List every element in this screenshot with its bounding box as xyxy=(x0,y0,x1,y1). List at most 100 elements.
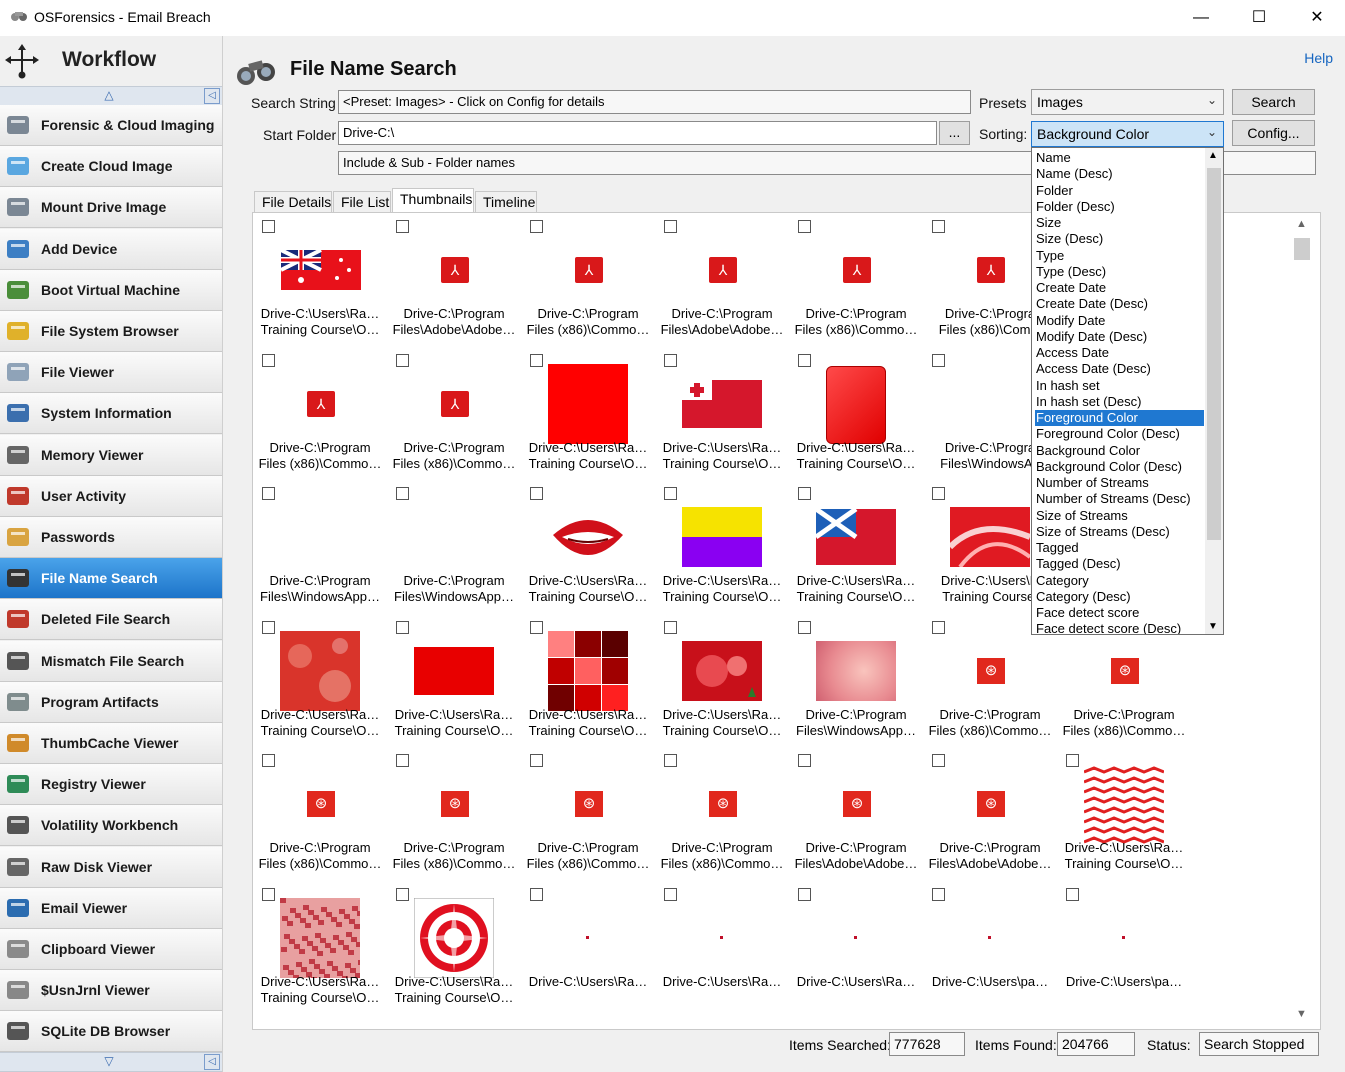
thumbnail-image-frame[interactable]: ⊛ xyxy=(925,631,1055,711)
browse-button[interactable]: ... xyxy=(939,121,970,145)
thumbnail-item[interactable]: ⊛ Drive-C:\Program Files (x86)\Commo… xyxy=(255,748,385,878)
sidebar-scroll-down[interactable]: ▽ ◁ xyxy=(0,1052,222,1072)
sidebar-item-boot-virtual-machine[interactable]: Boot Virtual Machine xyxy=(0,269,222,311)
thumbnail-item[interactable]: Drive-C:\Users\Ra… Training Course\O… xyxy=(523,348,653,478)
scroll-down-arrow-icon[interactable]: ▼ xyxy=(1208,621,1218,632)
thumbnail-image-frame[interactable]: ⊛ xyxy=(523,764,653,844)
thumbnail-image-frame[interactable]: ⊛ xyxy=(389,764,519,844)
thumbnail-image-frame[interactable] xyxy=(791,631,921,711)
thumbnail-image-frame[interactable] xyxy=(389,631,519,711)
sort-option[interactable]: Create Date (Desc) xyxy=(1035,296,1204,312)
sort-option[interactable]: Size of Streams xyxy=(1035,508,1204,524)
thumbnail-item[interactable]: ⅄ Drive-C:\Program Files (x86)\Commo… xyxy=(389,348,519,478)
sort-option[interactable]: Access Date (Desc) xyxy=(1035,361,1204,377)
scroll-up-icon[interactable]: △ xyxy=(95,88,123,102)
scroll-down-arrow-icon[interactable]: ▼ xyxy=(1296,1008,1307,1020)
thumbnail-scrollbar[interactable]: ▲ ▼ xyxy=(1292,214,1312,1024)
thumbnail-image-frame[interactable] xyxy=(925,898,1055,978)
thumbnail-image-frame[interactable] xyxy=(657,631,787,711)
thumbnail-item[interactable]: Drive-C:\Program Files\WindowsApp… xyxy=(389,481,519,611)
scroll-up-arrow-icon[interactable]: ▲ xyxy=(1208,150,1218,161)
maximize-button[interactable]: ☐ xyxy=(1230,0,1288,36)
thumbnail-item[interactable]: ⅄ Drive-C:\Program Files\Adobe\Adobe… xyxy=(389,214,519,344)
sort-option[interactable]: Tagged xyxy=(1035,540,1204,556)
sidebar-item-deleted-file-search[interactable]: Deleted File Search xyxy=(0,599,222,641)
sorting-dropdown-list[interactable]: ▲ ▼ Name Name (Desc) Folder Folder (Desc) Si… xyxy=(1031,147,1224,635)
tab-file-list[interactable]: File List xyxy=(333,191,391,212)
dropdown-scrollbar[interactable]: ▲ ▼ xyxy=(1205,148,1223,634)
thumbnail-image-frame[interactable]: ⅄ xyxy=(389,230,519,310)
thumbnail-image-frame[interactable]: ⊛ xyxy=(925,764,1055,844)
thumbnail-image-frame[interactable] xyxy=(523,363,653,444)
thumbnail-item[interactable]: ⅄ Drive-C:\Program Files (x86)\Commo… xyxy=(791,214,921,344)
sort-option[interactable]: Category (Desc) xyxy=(1035,589,1204,605)
thumbnail-item[interactable]: Drive-C:\Users\Ra… xyxy=(523,882,653,1012)
thumbnail-image-frame[interactable]: ⅄ xyxy=(523,230,653,310)
thumbnail-item[interactable]: Drive-C:\Users\Ra… Training Course\O… xyxy=(657,348,787,478)
sidebar-item-mismatch-file-search[interactable]: Mismatch File Search xyxy=(0,640,222,682)
sort-option[interactable]: In hash set (Desc) xyxy=(1035,394,1204,410)
close-button[interactable]: ✕ xyxy=(1288,0,1345,36)
thumbnail-item[interactable]: Drive-C:\Users\Ra… Training Course\O… xyxy=(791,348,921,478)
sort-option[interactable]: Category xyxy=(1035,573,1204,589)
thumbnail-item[interactable]: Drive-C:\Users\Ra… Training Course\O… xyxy=(657,481,787,611)
thumbnail-image-frame[interactable]: ⊛ xyxy=(1059,631,1189,711)
thumbnail-image-frame[interactable] xyxy=(389,898,519,978)
sidebar-item-file-name-search[interactable]: File Name Search xyxy=(0,558,222,600)
thumbnail-item[interactable]: ⊛ Drive-C:\Program Files\Adobe\Adobe… xyxy=(925,748,1055,878)
sidebar-item-forensic-cloud-imaging[interactable]: Forensic & Cloud Imaging xyxy=(0,105,222,146)
thumbnail-image-frame[interactable]: ⅄ xyxy=(389,364,519,444)
sort-option[interactable]: Background Color xyxy=(1035,443,1204,459)
thumbnail-item[interactable]: Drive-C:\Users\Ra… xyxy=(791,882,921,1012)
minimize-button[interactable]: — xyxy=(1172,0,1230,36)
sidebar-item-mount-drive-image[interactable]: Mount Drive Image xyxy=(0,187,222,229)
sidebar-item-file-system-browser[interactable]: File System Browser xyxy=(0,311,222,352)
sidebar-item-system-information[interactable]: System Information xyxy=(0,393,222,435)
sidebar-item-add-device[interactable]: Add Device xyxy=(0,228,222,270)
sort-option[interactable]: Size of Streams (Desc) xyxy=(1035,524,1204,540)
thumbnail-item[interactable]: Drive-C:\Users\pa… xyxy=(925,882,1055,1012)
sidebar-item-sqlite-db-browser[interactable]: SQLite DB Browser xyxy=(0,1011,222,1053)
thumbnail-item[interactable]: Drive-C:\Users\Ra… Training Course\O… xyxy=(523,615,653,745)
thumbnail-image-frame[interactable] xyxy=(657,364,787,444)
sidebar-item-usnjrnl-viewer[interactable]: $UsnJrnl Viewer xyxy=(0,970,222,1012)
collapse-icon-bottom[interactable]: ◁ xyxy=(204,1054,220,1070)
start-folder-field[interactable]: Drive-C:\ xyxy=(338,121,937,145)
sort-option[interactable]: Create Date xyxy=(1035,280,1204,296)
collapse-icon[interactable]: ◁ xyxy=(204,88,220,104)
sort-option[interactable]: Face detect score (Desc) xyxy=(1035,621,1204,634)
tab-timeline[interactable]: Timeline xyxy=(475,191,537,212)
thumbnail-image-frame[interactable] xyxy=(523,898,653,978)
search-string-field[interactable]: <Preset: Images> - Click on Config for d… xyxy=(338,90,971,114)
thumbnail-item[interactable]: Drive-C:\Users\Ra… Training Course\O… xyxy=(791,481,921,611)
thumbnail-item[interactable]: ⊛ Drive-C:\Program Files (x86)\Commo… xyxy=(657,748,787,878)
thumbnail-item[interactable]: Drive-C:\Users\Ra… Training Course\O… xyxy=(255,882,385,1012)
thumbnail-image-frame[interactable] xyxy=(657,898,787,978)
sidebar-item-passwords[interactable]: Passwords xyxy=(0,517,222,558)
sort-option[interactable]: Face detect score xyxy=(1035,605,1204,621)
sort-option[interactable]: Tagged (Desc) xyxy=(1035,556,1204,572)
sort-option[interactable]: Number of Streams xyxy=(1035,475,1204,491)
thumbnail-item[interactable]: Drive-C:\Users\pa… xyxy=(1059,882,1189,1012)
thumbnail-item[interactable]: ⊛ Drive-C:\Program Files (x86)\Commo… xyxy=(523,748,653,878)
thumbnail-image-frame[interactable] xyxy=(523,497,653,577)
sort-option[interactable]: Access Date xyxy=(1035,345,1204,361)
sort-option[interactable]: Size (Desc) xyxy=(1035,231,1204,247)
thumbnail-image-frame[interactable]: ⅄ xyxy=(255,364,385,444)
thumbnail-image-frame[interactable] xyxy=(1059,764,1189,845)
search-button[interactable]: Search xyxy=(1232,89,1315,115)
thumbnail-item[interactable]: ⊛ Drive-C:\Program Files\Adobe\Adobe… xyxy=(791,748,921,878)
thumbnail-image-frame[interactable] xyxy=(255,497,385,577)
scroll-thumb[interactable] xyxy=(1294,238,1310,260)
sort-option[interactable]: In hash set xyxy=(1035,378,1204,394)
thumbnail-image-frame[interactable]: ⅄ xyxy=(657,230,787,310)
thumbnail-image-frame[interactable] xyxy=(255,230,385,310)
thumbnail-image-frame[interactable] xyxy=(1059,898,1189,978)
sidebar-item-thumbcache-viewer[interactable]: ThumbCache Viewer xyxy=(0,723,222,764)
thumbnail-image-frame[interactable]: ⊛ xyxy=(255,764,385,844)
sort-option[interactable]: Folder xyxy=(1035,183,1204,199)
thumbnail-image-frame[interactable] xyxy=(389,497,519,577)
sidebar-item-email-viewer[interactable]: Email Viewer xyxy=(0,887,222,929)
sidebar-scroll-up[interactable]: △ ◁ xyxy=(0,86,222,106)
thumbnail-item[interactable]: Drive-C:\Users\Ra… Training Course\O… xyxy=(255,615,385,745)
